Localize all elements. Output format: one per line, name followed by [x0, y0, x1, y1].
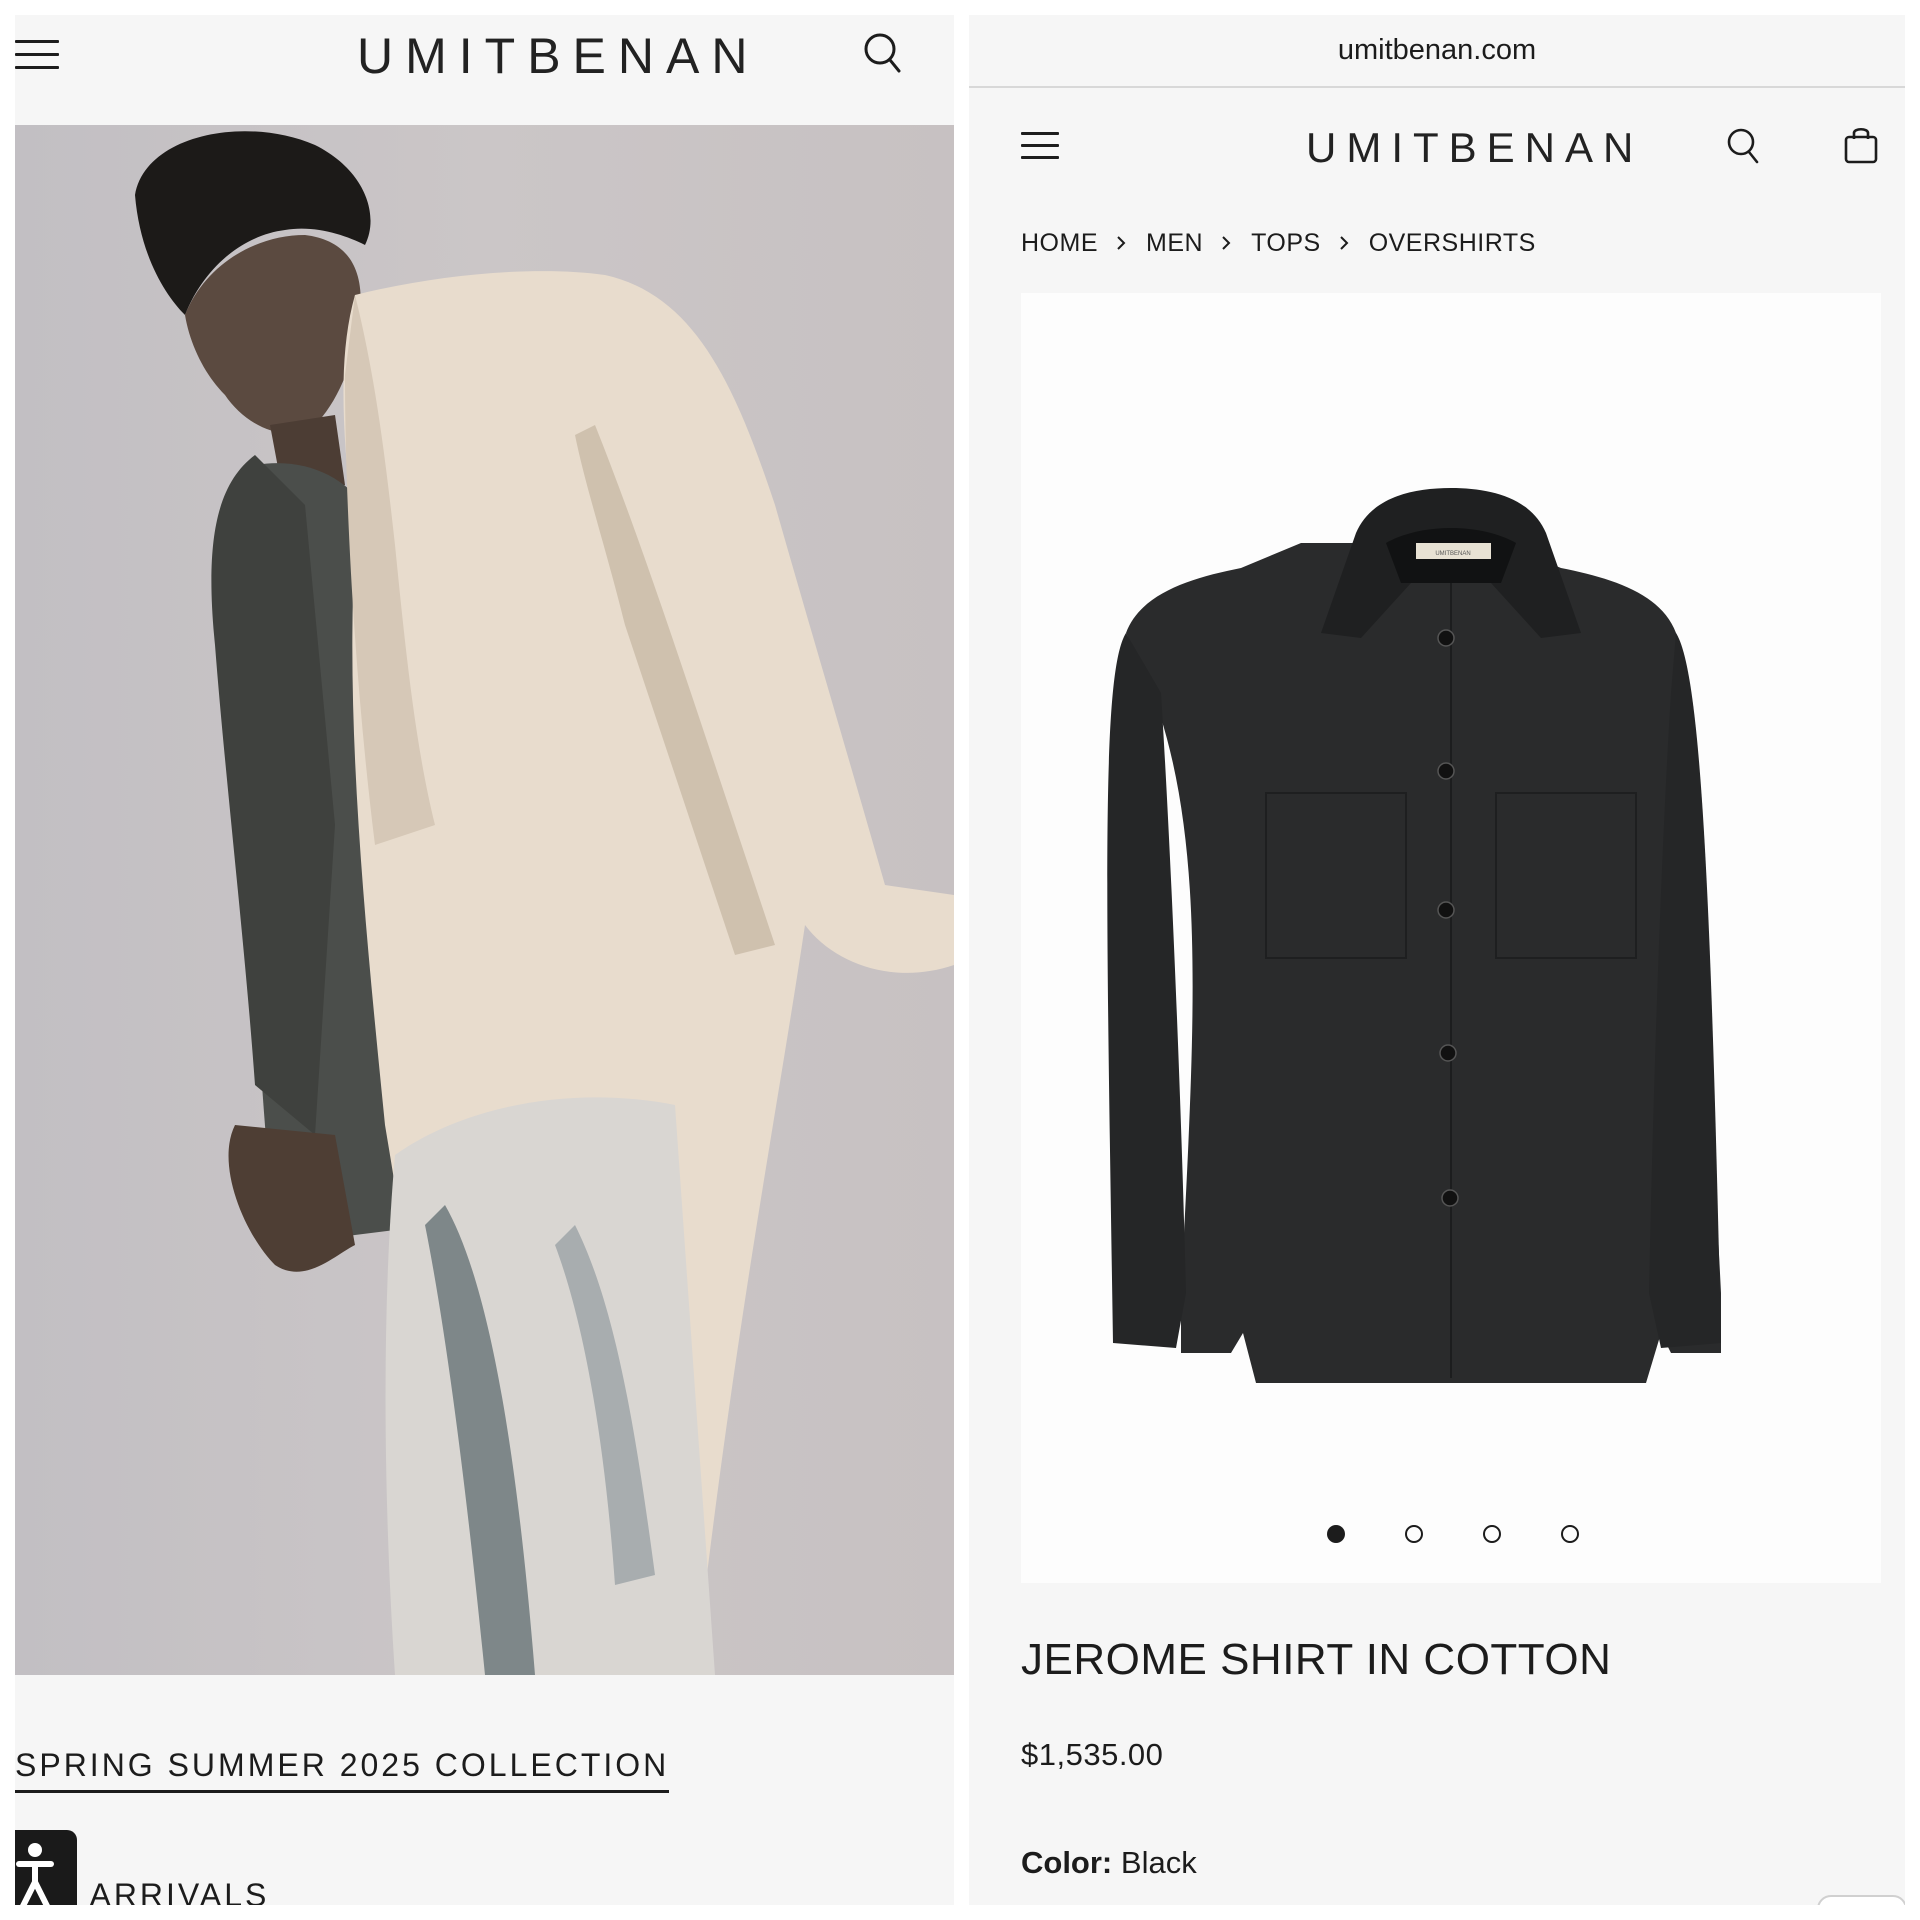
gallery-dot-2[interactable]: [1405, 1525, 1423, 1543]
accessibility-icon[interactable]: [15, 1830, 77, 1905]
brand-logo[interactable]: UMITBENAN: [357, 27, 759, 85]
color-value[interactable]: Black: [1121, 1845, 1197, 1880]
breadcrumb-item-overshirts[interactable]: OVERSHIRTS: [1369, 229, 1536, 258]
chevron-right-icon: [1117, 236, 1126, 250]
left-screenshot-panel: UMITBENAN SPRING SUMMER 2025 COLLECTION …: [15, 15, 954, 1905]
browser-url-bar[interactable]: umitbenan.com: [969, 15, 1905, 88]
product-title: JEROME SHIRT IN COTTON: [1021, 1635, 1612, 1684]
breadcrumb: HOME MEN TOPS OVERSHIRTS: [1021, 223, 1536, 263]
product-image-gallery[interactable]: UMITBENAN: [1021, 293, 1881, 1583]
product-image: UMITBENAN: [1107, 488, 1721, 1383]
search-icon[interactable]: [863, 32, 903, 76]
brand-logo[interactable]: UMITBENAN: [1306, 124, 1643, 172]
gallery-pagination: [1021, 1525, 1881, 1551]
shopping-bag-icon[interactable]: [1843, 125, 1879, 165]
collection-link[interactable]: SPRING SUMMER 2025 COLLECTION: [15, 1747, 670, 1793]
hamburger-menu-icon[interactable]: [15, 40, 59, 70]
breadcrumb-item-home[interactable]: HOME: [1021, 229, 1098, 258]
chevron-right-icon: [1339, 236, 1349, 250]
hero-campaign-image[interactable]: [15, 125, 954, 1675]
garment-label: UMITBENAN: [1435, 551, 1470, 557]
breadcrumb-item-men[interactable]: MEN: [1146, 229, 1203, 258]
chat-widget-button[interactable]: [1817, 1895, 1905, 1905]
color-label: Color:: [1021, 1845, 1113, 1880]
product-price: $1,535.00: [1021, 1737, 1164, 1772]
right-screenshot-panel: umitbenan.com UMITBENAN HOME MEN TOPS OV…: [969, 15, 1905, 1905]
new-arrivals-heading[interactable]: V ARRIVALS: [55, 1877, 269, 1905]
breadcrumb-item-tops[interactable]: TOPS: [1251, 229, 1321, 258]
chevron-right-icon: [1222, 236, 1231, 250]
hamburger-menu-icon[interactable]: [1021, 132, 1059, 160]
gallery-dot-3[interactable]: [1483, 1525, 1501, 1543]
gallery-dot-1[interactable]: [1327, 1525, 1345, 1543]
gallery-dot-4[interactable]: [1561, 1525, 1579, 1543]
search-icon[interactable]: [1727, 127, 1761, 167]
product-color: Color: Black: [1021, 1845, 1197, 1881]
